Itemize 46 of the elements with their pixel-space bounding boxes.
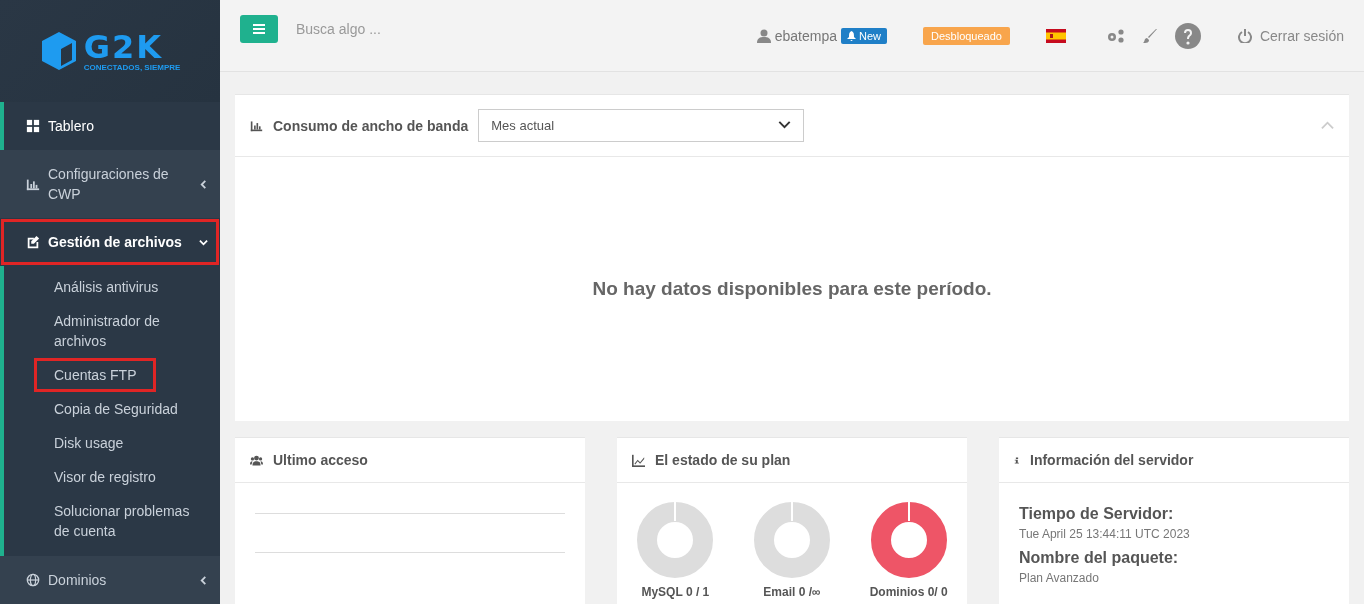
user-icon xyxy=(756,28,771,43)
empty-message: No hay datos disponibles para este período. xyxy=(592,278,992,300)
edit-icon xyxy=(26,235,40,249)
gauge-label: Dominios 0/ 0 xyxy=(869,585,948,599)
status-badge: Desbloqueado xyxy=(923,26,1010,45)
collapse-icon[interactable] xyxy=(1321,119,1334,132)
gears-icon[interactable] xyxy=(1105,27,1126,44)
field-value: Tue April 25 13:44:11 UTC 2023 xyxy=(1019,527,1191,541)
flag-icon[interactable] xyxy=(1045,28,1066,43)
card-title: Ultimo acceso xyxy=(273,452,368,468)
submenu-item[interactable]: Administrador de archivos xyxy=(34,304,220,358)
card-title: El estado de su plan xyxy=(655,452,791,468)
submenu-item[interactable]: Análisis antivirus xyxy=(34,270,179,304)
submenu-item[interactable]: Visor de registro xyxy=(34,460,176,494)
sidebar-item[interactable]: Dominios xyxy=(0,556,220,604)
card-title: Información del servidor xyxy=(1030,452,1194,468)
menu-button[interactable] xyxy=(240,14,278,43)
username[interactable]: ebatempa xyxy=(774,27,837,44)
globe-icon xyxy=(26,573,40,587)
logo-wordmark: G2K xyxy=(83,30,163,63)
sidebar-item[interactable]: Gestión de archivos xyxy=(0,218,220,266)
submenu-item[interactable]: Cuentas FTP xyxy=(34,358,157,392)
field-value: Plan Avanzado xyxy=(1019,571,1100,585)
panel-title: Consumo de ancho de banda xyxy=(273,117,469,134)
power-icon xyxy=(1237,28,1252,43)
gauge-label: Email 0 /∞ xyxy=(763,585,821,599)
help-icon[interactable] xyxy=(1173,21,1202,50)
submenu-item[interactable]: Copia de Seguridad xyxy=(34,392,198,426)
gauge-label: MySQL 0 / 1 xyxy=(641,585,710,599)
field-label: Tiempo de Servidor: xyxy=(1019,505,1175,523)
sidebar-item[interactable]: Configuraciones de CWP xyxy=(0,150,220,218)
grid-icon xyxy=(26,119,40,133)
brush-icon[interactable] xyxy=(1141,27,1158,44)
submenu-item[interactable]: Solucionar problemas de cuenta xyxy=(34,494,220,548)
submenu-item[interactable]: Disk usage xyxy=(34,426,144,460)
logo-tagline: CONECTADOS, SIEMPRE xyxy=(83,62,181,72)
period-dropdown[interactable]: Mes actual xyxy=(478,109,805,142)
chart-icon xyxy=(250,119,263,132)
new-badge[interactable]: New xyxy=(841,27,887,44)
menu-icon xyxy=(253,23,265,34)
field-label: Nombre del paquete: xyxy=(1019,549,1180,567)
users-icon xyxy=(250,453,263,467)
cube-logo-icon xyxy=(39,31,78,71)
chart-icon xyxy=(26,177,40,191)
search-field[interactable]: Busca algo ... xyxy=(294,19,598,38)
line-chart-icon xyxy=(632,453,645,467)
